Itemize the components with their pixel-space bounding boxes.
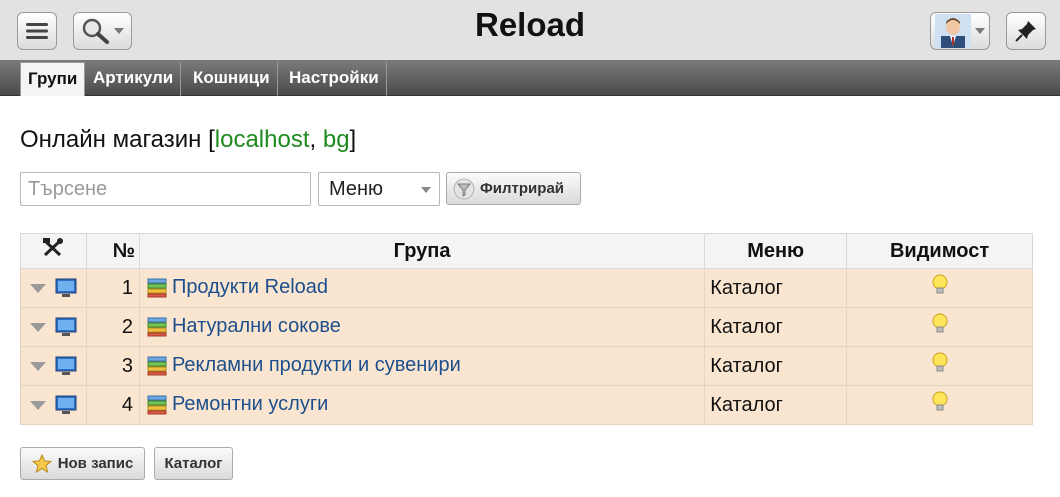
row-tools-cell: [20, 268, 87, 308]
row-menu-text: Каталог: [710, 354, 783, 377]
avatar-icon: [935, 14, 971, 48]
row-menu-text: Каталог: [710, 393, 783, 416]
row-group-cell: Ремонтни услуги: [139, 385, 706, 425]
row-number: 4: [86, 385, 140, 425]
table-header-row: № Група Меню Видимост: [20, 233, 1033, 269]
row-menu-text: Каталог: [710, 315, 783, 338]
lightbulb-icon[interactable]: [931, 391, 949, 413]
triangle-down-icon[interactable]: [30, 322, 46, 332]
user-menu-button[interactable]: [930, 12, 990, 50]
row-tools-cell: [20, 307, 87, 347]
group-link[interactable]: Продукти Reload: [172, 277, 328, 299]
menu-select-value: Меню: [329, 178, 384, 200]
language-label: bg: [322, 126, 350, 153]
tools-icon: [43, 238, 64, 257]
row-visibility: [846, 268, 1033, 308]
tab-bar: Групи Артикули Кошници Настройки: [0, 60, 1060, 96]
row-group-cell: Рекламни продукти и сувенири: [139, 346, 706, 386]
triangle-down-icon[interactable]: [30, 400, 46, 410]
tab-articles[interactable]: Артикули: [86, 62, 182, 96]
search-input[interactable]: [20, 172, 311, 206]
row-number: 1: [86, 268, 140, 308]
stack-icon: [147, 317, 167, 337]
row-number: 3: [86, 346, 140, 386]
table-row: 2 Натурални сокове Каталог: [20, 307, 1033, 347]
star-icon: [31, 453, 52, 473]
triangle-down-icon[interactable]: [30, 283, 46, 293]
funnel-icon: [453, 178, 475, 199]
row-visibility: [846, 346, 1033, 386]
monitor-icon[interactable]: [55, 356, 77, 376]
app-title: Reload: [474, 6, 586, 43]
page-title-separator: ,: [309, 126, 323, 153]
page-title: Онлайн магазин [localhost, bg]: [20, 126, 356, 154]
group-link[interactable]: Рекламни продукти и сувенири: [172, 355, 461, 377]
menu-select[interactable]: Меню: [318, 172, 440, 206]
page-title-prefix: Онлайн магазин [: [20, 126, 215, 153]
lightbulb-icon[interactable]: [931, 352, 949, 374]
new-record-label: Нов запис: [57, 455, 134, 472]
group-link[interactable]: Ремонтни услуги: [172, 394, 328, 416]
row-menu: Каталог: [704, 307, 848, 347]
column-header-number[interactable]: №: [85, 233, 140, 269]
row-tools-cell: [20, 346, 87, 386]
monitor-icon[interactable]: [55, 278, 77, 298]
groups-table: № Група Меню Видимост 1 Продукти Reload …: [20, 233, 1033, 425]
lightbulb-icon[interactable]: [931, 313, 949, 335]
table-row: 4 Ремонтни услуги Каталог: [20, 385, 1033, 425]
row-group-cell: Продукти Reload: [139, 268, 706, 308]
row-visibility: [846, 385, 1033, 425]
tab-baskets[interactable]: Кошници: [186, 62, 278, 96]
group-link[interactable]: Натурални сокове: [172, 316, 341, 338]
host-label: localhost: [214, 126, 310, 153]
row-menu: Каталог: [704, 385, 848, 425]
tab-settings[interactable]: Настройки: [282, 62, 387, 96]
lightbulb-icon[interactable]: [931, 274, 949, 296]
row-number: 2: [86, 307, 140, 347]
pin-button[interactable]: [1006, 12, 1046, 50]
chevron-down-icon: [421, 187, 431, 193]
catalog-button-label: Каталог: [164, 455, 223, 472]
top-bar: Reload: [0, 0, 1060, 60]
catalog-button[interactable]: Каталог: [154, 447, 233, 480]
monitor-icon[interactable]: [55, 317, 77, 337]
table-row: 1 Продукти Reload Каталог: [20, 268, 1033, 308]
column-header-tools: [20, 233, 87, 269]
column-header-menu[interactable]: Меню: [704, 233, 848, 269]
stack-icon: [147, 356, 167, 376]
pin-icon: [1015, 21, 1036, 42]
stack-icon: [147, 278, 167, 298]
row-menu-text: Каталог: [710, 276, 783, 299]
row-visibility: [846, 307, 1033, 347]
stack-icon: [147, 395, 167, 415]
column-header-group[interactable]: Група: [138, 233, 706, 269]
row-menu: Каталог: [704, 346, 848, 386]
row-tools-cell: [20, 385, 87, 425]
column-header-visibility[interactable]: Видимост: [846, 233, 1033, 269]
monitor-icon[interactable]: [55, 395, 77, 415]
row-menu: Каталог: [704, 268, 848, 308]
page-title-suffix: ]: [349, 126, 357, 153]
triangle-down-icon[interactable]: [30, 361, 46, 371]
filter-button[interactable]: Филтрирай: [446, 172, 581, 205]
tab-groups[interactable]: Групи: [20, 62, 86, 96]
table-row: 3 Рекламни продукти и сувенири Каталог: [20, 346, 1033, 386]
row-group-cell: Натурални сокове: [139, 307, 706, 347]
filter-button-label: Филтрирай: [480, 180, 565, 197]
new-record-button[interactable]: Нов запис: [20, 447, 145, 480]
chevron-down-icon: [975, 28, 985, 34]
